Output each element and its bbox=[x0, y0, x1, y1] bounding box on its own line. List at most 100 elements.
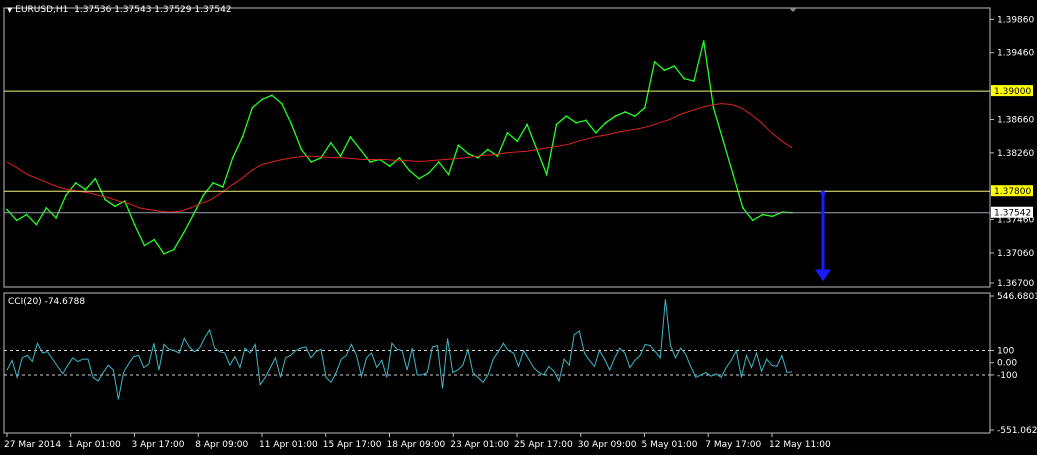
price-point bbox=[359, 148, 362, 151]
price-point bbox=[634, 115, 636, 117]
price-point bbox=[643, 106, 646, 109]
level-tag-label: 1.39000 bbox=[994, 87, 1031, 97]
chart-canvas[interactable]: 1.398601.394601.386601.382601.374601.370… bbox=[0, 0, 1037, 455]
cci-panel-frame bbox=[3, 292, 991, 434]
price-point bbox=[114, 205, 116, 208]
price-point bbox=[722, 140, 725, 143]
arrow-anchor-dot bbox=[820, 190, 826, 196]
price-point bbox=[104, 198, 106, 201]
level-tag-label: 1.37800 bbox=[994, 187, 1031, 197]
price-point bbox=[653, 61, 656, 63]
price-axis-label: 1.39460 bbox=[997, 49, 1034, 59]
price-point bbox=[65, 194, 67, 197]
price-point bbox=[712, 106, 715, 109]
price-point bbox=[172, 248, 175, 251]
price-point bbox=[163, 252, 165, 255]
down-arrow-icon bbox=[815, 269, 831, 282]
price-point bbox=[398, 156, 401, 159]
time-axis-label: 7 May 17:00 bbox=[705, 440, 761, 450]
chart-menu-icon[interactable]: ▼ bbox=[7, 6, 12, 14]
price-point bbox=[251, 106, 254, 109]
price-point bbox=[555, 123, 558, 126]
price-point bbox=[349, 136, 352, 138]
price-point bbox=[467, 152, 470, 155]
price-point bbox=[771, 215, 774, 218]
price-point bbox=[123, 200, 126, 203]
symbol-label: EURUSD,H1 bbox=[15, 5, 69, 15]
price-point bbox=[594, 131, 597, 134]
price-point bbox=[732, 173, 734, 176]
price-point bbox=[624, 111, 627, 113]
time-axis-label: 5 May 01:00 bbox=[642, 440, 698, 450]
price-axis-label: 1.38260 bbox=[997, 149, 1034, 159]
price-point bbox=[290, 123, 293, 126]
main-panel-frame bbox=[3, 7, 991, 288]
price-point bbox=[143, 244, 146, 247]
price-point bbox=[663, 69, 666, 72]
price-point bbox=[202, 194, 205, 197]
price-point bbox=[55, 217, 57, 219]
price-point bbox=[526, 123, 528, 126]
price-point bbox=[408, 169, 411, 172]
price-point bbox=[585, 119, 587, 122]
price-point bbox=[742, 207, 744, 209]
price-point bbox=[447, 173, 450, 176]
price-point bbox=[15, 219, 18, 222]
cci-axis-label: 0.00 bbox=[997, 359, 1017, 369]
price-point bbox=[231, 156, 234, 159]
ohlc-values: 1.37536 1.37543 1.37529 1.37542 bbox=[74, 5, 232, 15]
price-point bbox=[310, 161, 313, 163]
time-axis-label: 30 Apr 09:00 bbox=[578, 440, 637, 450]
chart-header: ▼ EURUSD,H1 1.37536 1.37543 1.37529 1.37… bbox=[7, 5, 232, 15]
price-point bbox=[300, 148, 303, 151]
time-axis-label: 12 May 11:00 bbox=[769, 440, 831, 450]
price-point bbox=[222, 186, 224, 188]
cci-axis-label: -100 bbox=[997, 371, 1018, 381]
price-axis-label: 1.36700 bbox=[997, 279, 1034, 289]
price-point bbox=[457, 144, 460, 147]
price-point bbox=[261, 98, 263, 101]
price-point bbox=[388, 165, 391, 168]
shift-marker-icon bbox=[789, 8, 797, 12]
chart-window: 1.39860 1.39460 1.38660 1.38260 1.37460 1.370… bbox=[0, 0, 1037, 455]
price-point bbox=[329, 141, 332, 144]
price-point bbox=[614, 115, 617, 117]
price-point bbox=[751, 219, 754, 222]
cci-header: CCI(20) -74.6788 bbox=[8, 297, 85, 307]
price-point bbox=[45, 207, 48, 209]
time-axis-label: 15 Apr 17:00 bbox=[323, 440, 382, 450]
price-point bbox=[133, 223, 136, 226]
price-axis-label: 1.39860 bbox=[997, 15, 1034, 25]
price-point bbox=[761, 213, 764, 216]
price-point bbox=[565, 115, 568, 117]
price-axis-label: 1.37060 bbox=[997, 249, 1034, 259]
time-axis-label: 25 Apr 17:00 bbox=[514, 440, 573, 450]
price-point bbox=[575, 121, 577, 124]
price-point bbox=[496, 155, 499, 158]
price-point bbox=[6, 208, 8, 211]
price-point bbox=[516, 140, 519, 143]
price-point bbox=[25, 213, 28, 216]
price-axis-label: 1.38660 bbox=[997, 115, 1034, 125]
price-point bbox=[486, 148, 489, 151]
price-point bbox=[428, 172, 430, 174]
price-point bbox=[212, 182, 215, 184]
cci-axis-label: -551.0629 bbox=[997, 426, 1037, 436]
cci-indicator-label: CCI(20) bbox=[8, 297, 42, 307]
price-point bbox=[545, 173, 548, 176]
price-point bbox=[192, 213, 195, 216]
price-point bbox=[35, 223, 38, 226]
time-axis-label: 8 Apr 09:00 bbox=[195, 440, 248, 450]
time-axis-label: 18 Apr 09:00 bbox=[387, 440, 446, 450]
price-point bbox=[437, 161, 440, 163]
price-point bbox=[271, 94, 273, 97]
cci-indicator-value: -74.6788 bbox=[44, 297, 86, 307]
cci-axis-label: 100 bbox=[997, 347, 1014, 357]
price-point bbox=[369, 161, 371, 163]
time-axis-label: 23 Apr 01:00 bbox=[450, 440, 509, 450]
price-point bbox=[418, 177, 420, 180]
time-axis-label: 27 Mar 2014 bbox=[4, 440, 61, 450]
price-point bbox=[693, 80, 695, 82]
level-tag-label: 1.37542 bbox=[994, 209, 1031, 219]
price-point bbox=[339, 155, 342, 158]
